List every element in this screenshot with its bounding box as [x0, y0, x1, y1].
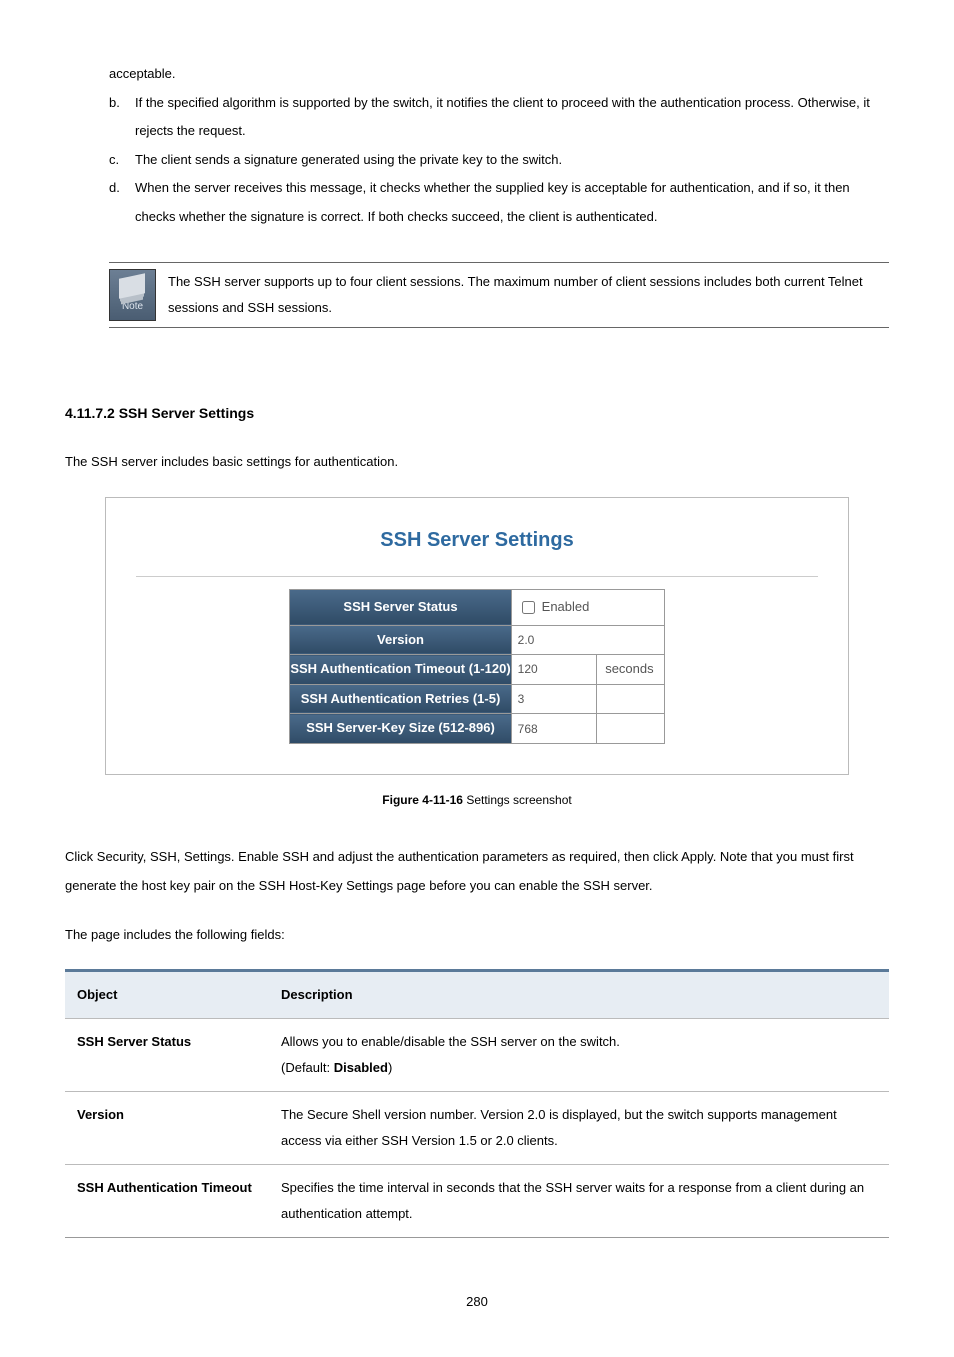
list-item-a-tail: acceptable. — [109, 60, 889, 89]
field-obj: Version — [65, 1092, 269, 1165]
list-marker-c: c. — [109, 146, 135, 175]
list-item-d: d. When the server receives this message… — [109, 174, 889, 231]
after-figure-paragraph: Click Security, SSH, Settings. Enable SS… — [65, 843, 889, 900]
note-icon: Note — [109, 269, 156, 321]
field-obj: SSH Server Status — [65, 1019, 269, 1092]
table-row: Version The Secure Shell version number.… — [65, 1092, 889, 1165]
list-marker-d: d. — [109, 174, 135, 231]
input-version[interactable] — [512, 629, 664, 651]
table-row: SSH Server Status Allows you to enable/d… — [65, 1019, 889, 1092]
fields-header-description: Description — [269, 971, 889, 1019]
list-text-d: When the server receives this message, i… — [135, 174, 889, 231]
ssh-settings-table: SSH Server Status Enabled Version SSH Au… — [289, 589, 664, 744]
list-marker-b: b. — [109, 89, 135, 146]
note-text: The SSH server supports up to four clien… — [168, 269, 889, 321]
list-text-b: If the specified algorithm is supported … — [135, 89, 889, 146]
unit-seconds: seconds — [597, 655, 661, 684]
list-item-c: c. The client sends a signature generate… — [109, 146, 889, 175]
field-desc: Specifies the time interval in seconds t… — [269, 1165, 889, 1238]
table-row: SSH Authentication Timeout Specifies the… — [65, 1165, 889, 1238]
field-obj: SSH Authentication Timeout — [65, 1165, 269, 1238]
page-number: 280 — [65, 1288, 889, 1317]
input-keysize[interactable] — [512, 718, 594, 740]
input-timeout[interactable] — [512, 658, 594, 680]
list-item-b: b. If the specified algorithm is support… — [109, 89, 889, 146]
figure-caption: Figure 4-11-16 Settings screenshot — [65, 787, 889, 813]
label-keysize: SSH Server-Key Size (512-896) — [290, 714, 511, 744]
fields-intro: The page includes the following fields: — [65, 921, 889, 950]
figure-screenshot: SSH Server Settings SSH Server Status En… — [105, 497, 849, 775]
field-desc: Allows you to enable/disable the SSH ser… — [269, 1019, 889, 1092]
fields-table: Object Description SSH Server Status All… — [65, 969, 889, 1238]
checkbox-enabled[interactable] — [522, 601, 535, 614]
field-desc: The Secure Shell version number. Version… — [269, 1092, 889, 1165]
figure-title: SSH Server Settings — [136, 518, 818, 562]
intro-paragraph: The SSH server includes basic settings f… — [65, 448, 889, 477]
section-heading: 4.11.7.2 SSH Server Settings — [65, 398, 889, 429]
input-retries[interactable] — [512, 688, 594, 710]
label-ssh-status: SSH Server Status — [290, 589, 511, 625]
fields-header-object: Object — [65, 971, 269, 1019]
list-text-c: The client sends a signature generated u… — [135, 146, 562, 175]
label-version: Version — [290, 625, 511, 655]
label-retries: SSH Authentication Retries (1-5) — [290, 684, 511, 714]
label-timeout: SSH Authentication Timeout (1-120) — [290, 655, 511, 685]
checkbox-enabled-label: Enabled — [542, 593, 590, 622]
note-box: Note The SSH server supports up to four … — [109, 262, 889, 328]
